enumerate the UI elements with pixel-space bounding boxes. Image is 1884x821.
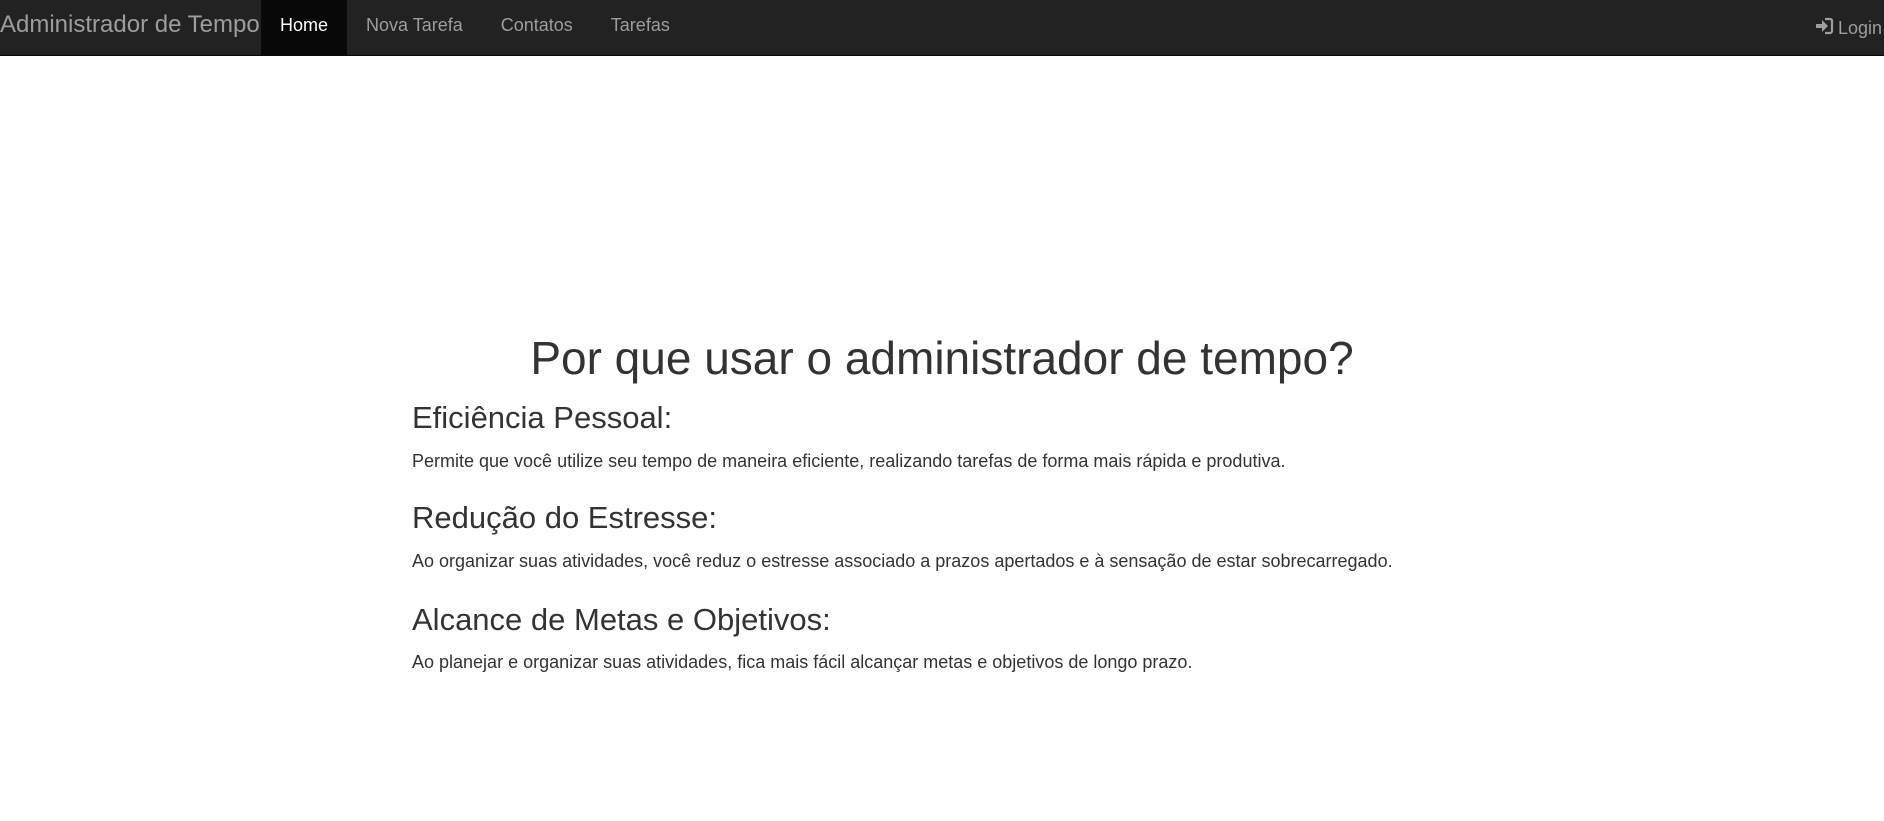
login-label: Login	[1837, 17, 1882, 38]
login-icon	[1815, 17, 1834, 34]
section-title-metas: Alcance de Metas e Objetivos:	[412, 602, 831, 637]
section-text-metas: Ao planejar e organizar suas atividades,…	[412, 652, 1193, 672]
page-title: Por que usar o administrador de tempo?	[530, 332, 1354, 384]
brand-link[interactable]: Administrador de Tempo	[0, 0, 260, 56]
nav-item-nova-tarefa[interactable]: Nova Tarefa	[347, 0, 482, 55]
login-link[interactable]: Login	[1814, 0, 1882, 55]
main-content: Por que usar o administrador de tempo? E…	[412, 330, 1472, 675]
section-text-estresse: Ao organizar suas atividades, você reduz…	[412, 551, 1393, 571]
nav-item-contatos[interactable]: Contatos	[482, 0, 592, 55]
section-title-estresse: Redução do Estresse:	[412, 500, 718, 535]
section-title-eficiencia: Eficiência Pessoal:	[412, 400, 673, 435]
nav-item-home[interactable]: Home	[261, 0, 348, 55]
nav-item-tarefas[interactable]: Tarefas	[592, 0, 689, 55]
section-text-eficiencia: Permite que você utilize seu tempo de ma…	[412, 451, 1286, 471]
top-navbar: Administrador de Tempo Home Nova Tarefa …	[0, 0, 1884, 56]
nav-menu: Home Nova Tarefa Contatos Tarefas	[261, 0, 689, 55]
